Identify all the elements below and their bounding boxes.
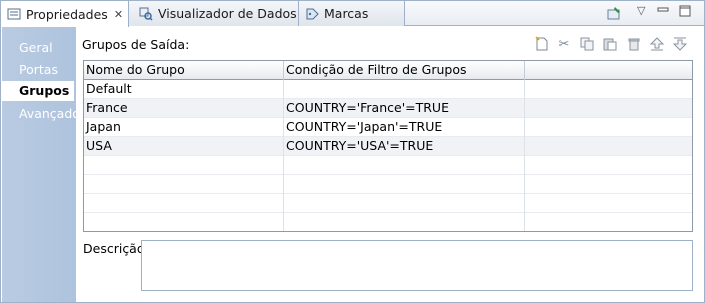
tab-properties[interactable]: Propriedades ✕ [1,1,129,27]
table-header: Nome do Grupo Condição de Filtro de Grup… [84,61,692,80]
group-name-cell[interactable] [84,213,284,231]
properties-view: Propriedades ✕ Visualizador de Dados Mar… [0,0,705,303]
table-row[interactable] [84,175,692,194]
sidebar-item-advanced[interactable]: Avançado [2,104,80,124]
group-name-cell[interactable]: France [84,99,284,118]
tab-label: Marcas [324,6,369,21]
delete-icon[interactable] [625,35,643,53]
paste-icon[interactable] [601,35,619,53]
group-name-cell[interactable] [84,175,284,194]
new-icon[interactable] [533,35,551,53]
group-name-cell[interactable]: USA [84,137,284,156]
filter-condition-cell[interactable]: COUNTRY='Japan'=TRUE [284,118,525,137]
filter-condition-cell[interactable] [284,194,525,213]
tab-label: Propriedades [26,6,108,22]
data-viewer-icon [139,7,153,21]
move-up-icon[interactable] [648,35,666,53]
group-name-cell[interactable]: Default [84,80,284,99]
table-row[interactable]: France COUNTRY='France'=TRUE [84,99,692,118]
sidebar-item-groups[interactable]: Grupos [2,81,74,101]
column-header-group-name[interactable]: Nome do Grupo [84,61,284,80]
description-field[interactable] [141,240,693,291]
cut-icon[interactable]: ✂ [555,35,573,53]
column-header-extra[interactable] [525,61,692,80]
groups-table: Nome do Grupo Condição de Filtro de Grup… [83,60,693,232]
table-row[interactable] [84,213,692,231]
table-row[interactable]: Japan COUNTRY='Japan'=TRUE [84,118,692,137]
tab-bookmarks[interactable]: Marcas [299,1,405,26]
sidebar-item-ports[interactable]: Portas [2,60,76,80]
minimize-icon[interactable] [657,4,669,19]
table-row[interactable] [84,194,692,213]
filter-condition-cell[interactable] [284,156,525,175]
tab-strip: Propriedades ✕ Visualizador de Dados Mar… [1,1,704,27]
sidebar-item-general[interactable]: Geral [2,38,76,58]
column-header-filter-condition[interactable]: Condição de Filtro de Grupos [284,61,525,80]
filter-condition-cell[interactable] [284,213,525,231]
table-row[interactable]: Default [84,80,692,99]
group-name-cell[interactable] [84,194,284,213]
move-down-icon[interactable] [671,35,689,53]
close-icon[interactable]: ✕ [114,8,123,21]
filter-condition-cell[interactable]: COUNTRY='USA'=TRUE [284,137,525,156]
tab-data-viewer[interactable]: Visualizador de Dados [129,1,299,26]
table-row[interactable] [84,156,692,175]
copy-icon[interactable] [578,35,596,53]
description-label: Descrição: [83,241,149,256]
tab-label: Visualizador de Dados [158,6,297,21]
filter-condition-cell[interactable]: COUNTRY='France'=TRUE [284,99,525,118]
maximize-icon[interactable] [679,5,691,20]
bookmark-icon [305,7,319,21]
group-name-cell[interactable]: Japan [84,118,284,137]
properties-icon [7,7,21,21]
output-groups-label: Grupos de Saída: [82,37,190,52]
table-row[interactable]: USA COUNTRY='USA'=TRUE [84,137,692,156]
group-name-cell[interactable] [84,156,284,175]
filter-condition-cell[interactable] [284,80,525,99]
filter-condition-cell[interactable] [284,175,525,194]
groups-panel: Grupos de Saída: ✂ Nome do Grupo Condiçã… [77,27,704,302]
pin-icon[interactable] [606,5,622,24]
sidebar: Geral Portas Grupos Avançado [2,27,80,302]
view-menu-icon[interactable]: ▽ [637,4,645,17]
